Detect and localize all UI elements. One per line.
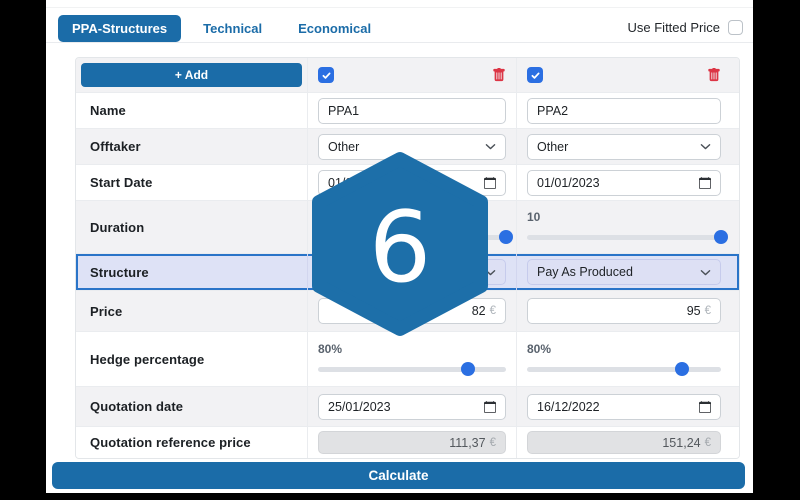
trash-icon [493, 68, 505, 82]
ppa1-select-checkbox[interactable] [318, 67, 334, 83]
use-fitted-price-label: Use Fitted Price [627, 20, 720, 35]
row-label-duration: Duration [76, 201, 308, 253]
chevron-down-icon [700, 144, 711, 150]
tab-economical[interactable]: Economical [284, 15, 385, 42]
ppa2-duration-value: 10 [527, 210, 541, 224]
slider-thumb[interactable] [714, 230, 728, 244]
euro-symbol: € [704, 436, 711, 449]
row-label-start-date: Start Date [76, 165, 308, 200]
ppa2-offtaker-select[interactable]: Other [527, 133, 721, 160]
row-quotation-reference-price: Quotation reference price 111,37 € 151,2… [76, 426, 739, 458]
checkmark-icon [322, 72, 330, 79]
ppa2-price-value: 95 [686, 304, 701, 318]
row-label-quotation-reference-price: Quotation reference price [76, 427, 308, 458]
row-label-price: Price [76, 291, 308, 331]
ppa1-name-input[interactable]: PPA1 [318, 97, 506, 124]
add-cell: + Add [76, 58, 308, 92]
calculate-button[interactable]: Calculate [52, 462, 745, 489]
ppa2-name-input[interactable]: PPA2 [527, 97, 721, 124]
ppa2-quotation-reference-price-value: 151,24 [662, 435, 701, 450]
table-header-row: + Add [76, 58, 739, 92]
tabbar: PPA-Structures Technical Economical [58, 15, 385, 42]
euro-symbol: € [704, 305, 711, 317]
ppa2-quotation-date-value: 16/12/2022 [537, 399, 600, 414]
ppa2-price-input[interactable]: 95 € [527, 298, 721, 324]
tab-technical[interactable]: Technical [189, 15, 276, 42]
ppa1-hedge-value: 80% [318, 342, 343, 356]
ppa2-offtaker-value: Other [537, 139, 569, 154]
use-fitted-price-control: Use Fitted Price [628, 20, 743, 35]
row-label-offtaker: Offtaker [76, 129, 308, 164]
ppa2-structure-value: Pay As Produced [537, 265, 633, 279]
row-quotation-date: Quotation date 25/01/2023 16/12/2022 [76, 386, 739, 426]
panel-top-border [46, 7, 753, 8]
calendar-icon [484, 400, 496, 413]
ppa2-quotation-reference-price-input: 151,24 € [527, 431, 721, 454]
ppa1-header-cell [308, 58, 517, 92]
step-badge-hexagon: 6 [312, 152, 488, 336]
ppa1-delete-button[interactable] [492, 68, 506, 82]
ppa2-hedge-value: 80% [527, 342, 552, 356]
slider-track [527, 367, 721, 372]
calendar-icon [699, 176, 711, 189]
slider-thumb[interactable] [499, 230, 513, 244]
ppa1-quotation-date-value: 25/01/2023 [328, 399, 391, 414]
row-label-structure: Structure [76, 254, 308, 290]
ppa1-hedge-slider[interactable] [318, 362, 506, 376]
tabbar-underline [46, 42, 753, 43]
chevron-down-icon [700, 269, 711, 275]
slider-track [527, 235, 721, 240]
ppa1-quotation-date-input[interactable]: 25/01/2023 [318, 393, 506, 420]
ppa2-header-cell [517, 58, 739, 92]
use-fitted-price-checkbox[interactable] [728, 20, 743, 35]
row-label-quotation-date: Quotation date [76, 387, 308, 426]
ppa1-quotation-reference-price-input: 111,37 € [318, 431, 506, 454]
trash-icon [708, 68, 720, 82]
slider-thumb[interactable] [461, 362, 476, 376]
ppa2-hedge-slider[interactable] [527, 362, 721, 376]
ppa2-structure-select[interactable]: Pay As Produced [527, 259, 721, 285]
add-button[interactable]: + Add [81, 63, 302, 87]
row-label-hedge-percentage: Hedge percentage [76, 332, 308, 386]
step-badge-number: 6 [369, 191, 431, 305]
ppa2-quotation-date-input[interactable]: 16/12/2022 [527, 393, 721, 420]
euro-symbol: € [489, 436, 496, 449]
ppa2-start-date-input[interactable]: 01/01/2023 [527, 169, 721, 196]
row-name: Name PPA1 PPA2 [76, 92, 739, 128]
checkmark-icon [531, 72, 539, 79]
ppa1-quotation-reference-price-value: 111,37 [449, 435, 486, 450]
ppa2-select-checkbox[interactable] [527, 67, 543, 83]
slider-thumb[interactable] [675, 362, 690, 376]
ppa2-start-date-value: 01/01/2023 [537, 175, 600, 190]
slider-track [318, 367, 506, 372]
calendar-icon [699, 400, 711, 413]
row-label-name: Name [76, 93, 308, 128]
ppa2-duration-slider[interactable] [527, 230, 728, 244]
tab-ppa-structures[interactable]: PPA-Structures [58, 15, 182, 42]
app-panel: PPA-Structures Technical Economical Use … [46, 0, 753, 493]
ppa2-delete-button[interactable] [707, 68, 721, 82]
